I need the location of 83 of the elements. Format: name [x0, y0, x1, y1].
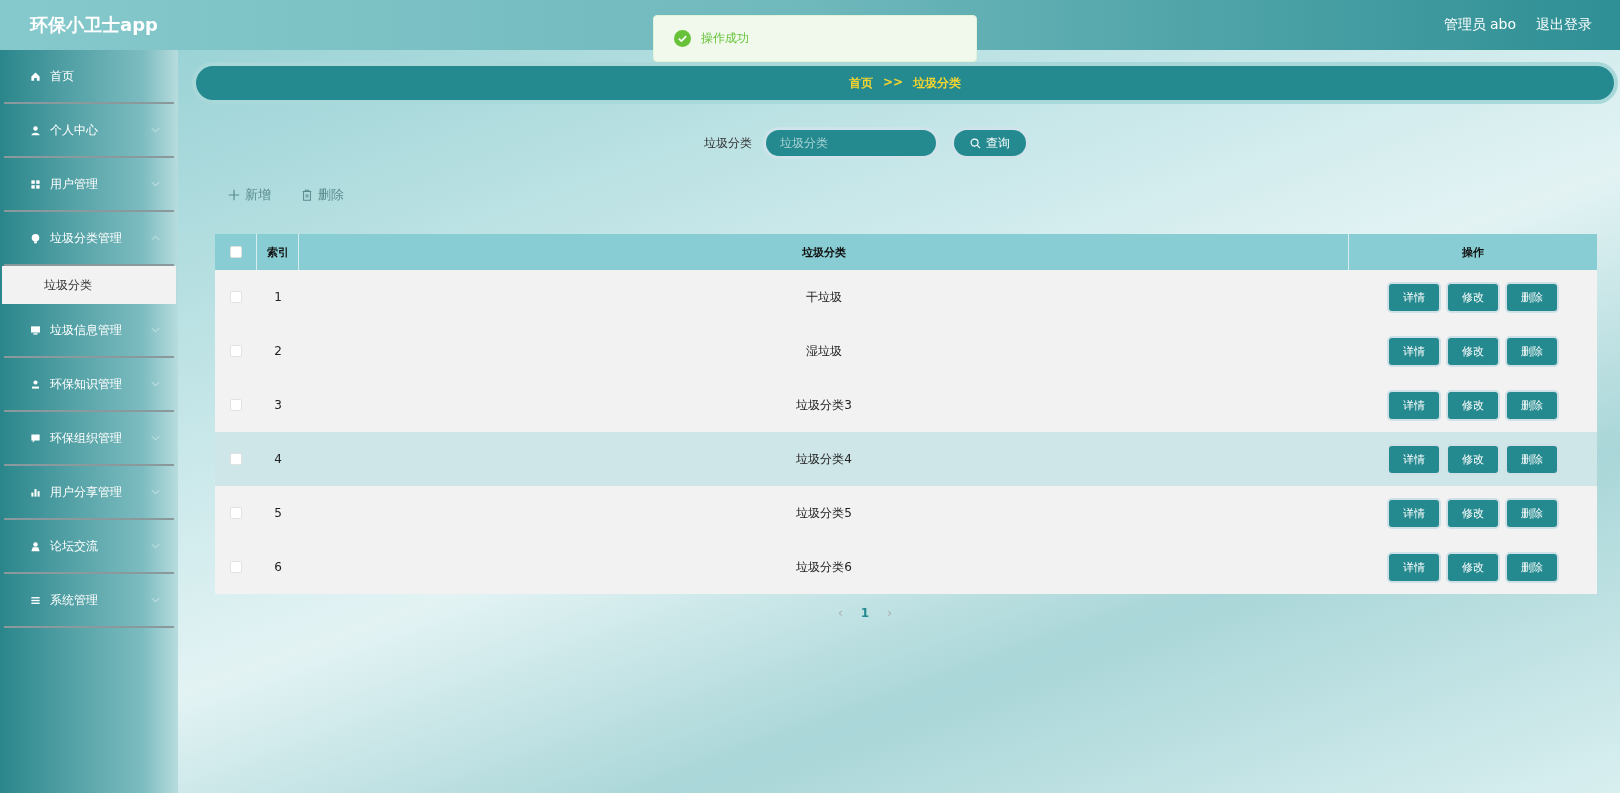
- menu-icon: [30, 432, 41, 444]
- column-header: 索引: [257, 234, 299, 270]
- row-checkbox[interactable]: [230, 291, 242, 303]
- table-row[interactable]: 5 垃圾分类5 详情 修改 删除: [215, 486, 1597, 540]
- check-circle-icon: [674, 30, 691, 47]
- edit-button[interactable]: 修改: [1448, 553, 1498, 581]
- menu-icon: [30, 324, 41, 336]
- menu-icon: [30, 594, 41, 606]
- menu-item[interactable]: 论坛交流: [4, 520, 174, 574]
- edit-button[interactable]: 修改: [1448, 337, 1498, 365]
- delete-button[interactable]: 删除: [1507, 445, 1557, 473]
- menu-item[interactable]: 环保知识管理: [4, 358, 174, 412]
- menu-icon: [30, 124, 41, 136]
- row-checkbox[interactable]: [230, 399, 242, 411]
- menu-item[interactable]: 个人中心: [4, 104, 174, 158]
- delete-button[interactable]: 删除: [1507, 283, 1557, 311]
- page-number[interactable]: 1: [860, 606, 870, 620]
- search-button[interactable]: 查询: [954, 130, 1026, 156]
- logout-link[interactable]: 退出登录: [1536, 16, 1592, 34]
- add-button[interactable]: 新增: [228, 186, 271, 204]
- menu-item[interactable]: 系统管理: [4, 574, 174, 628]
- table-cell: 湿垃圾: [806, 342, 842, 360]
- table-row[interactable]: 6 垃圾分类6 详情 修改 删除: [215, 540, 1597, 594]
- menu-item[interactable]: 垃圾信息管理: [4, 304, 174, 358]
- search-field[interactable]: 垃圾分类: [766, 130, 936, 156]
- edit-button[interactable]: 修改: [1448, 499, 1498, 527]
- menu-icon: [30, 540, 41, 552]
- edit-button[interactable]: 修改: [1448, 283, 1498, 311]
- toast-message: 操作成功: [701, 30, 749, 47]
- table-cell: 垃圾分类3: [796, 396, 852, 414]
- table-cell: 4: [274, 452, 282, 466]
- table-row[interactable]: 3 垃圾分类3 详情 修改 删除: [215, 378, 1597, 432]
- breadcrumb-separator: >>: [882, 74, 904, 91]
- column-header: 操作: [1461, 244, 1485, 261]
- delete-button[interactable]: 删除: [301, 186, 344, 204]
- table-cell: 2: [274, 344, 282, 358]
- details-button[interactable]: 详情: [1389, 445, 1439, 473]
- edit-button[interactable]: 修改: [1448, 445, 1498, 473]
- edit-button[interactable]: 修改: [1448, 391, 1498, 419]
- menu-item[interactable]: 首页: [4, 50, 174, 104]
- table-cell: 干垃圾: [806, 288, 842, 306]
- submenu-item[interactable]: 垃圾分类: [2, 266, 176, 304]
- breadcrumb-link[interactable]: 首页: [848, 74, 873, 92]
- table-row[interactable]: 2 湿垃圾 详情 修改 删除: [215, 324, 1597, 378]
- delete-button[interactable]: 删除: [1507, 499, 1557, 527]
- table-row[interactable]: 1 干垃圾 详情 修改 删除: [215, 270, 1597, 324]
- breadcrumb-link[interactable]: 垃圾分类: [913, 74, 962, 92]
- user-name: 管理员 abo: [1443, 16, 1516, 34]
- delete-button[interactable]: 删除: [1507, 553, 1557, 581]
- search-icon: [970, 137, 981, 149]
- app-title: 环保小卫士app: [30, 13, 158, 37]
- details-button[interactable]: 详情: [1389, 337, 1439, 365]
- trash-icon: [301, 189, 313, 201]
- table-cell: 垃圾分类5: [796, 504, 852, 522]
- menu-icon: [30, 486, 41, 498]
- row-checkbox[interactable]: [230, 507, 242, 519]
- table-cell: 垃圾分类4: [796, 450, 852, 468]
- menu-icon: [30, 232, 41, 244]
- details-button[interactable]: 详情: [1389, 283, 1439, 311]
- plus-icon: [228, 189, 240, 201]
- details-button[interactable]: 详情: [1389, 553, 1439, 581]
- menu-icon: [30, 378, 41, 390]
- details-button[interactable]: 详情: [1389, 499, 1439, 527]
- table-cell: 5: [274, 506, 282, 520]
- delete-button[interactable]: 删除: [1507, 337, 1557, 365]
- menu-icon: [30, 178, 41, 190]
- table-cell: 3: [274, 398, 282, 412]
- column-header: 垃圾分类: [299, 234, 1349, 270]
- table-cell: 垃圾分类6: [796, 558, 852, 576]
- details-button[interactable]: 详情: [1389, 391, 1439, 419]
- row-checkbox[interactable]: [230, 345, 242, 357]
- menu-item[interactable]: 环保组织管理: [4, 412, 174, 466]
- menu-item[interactable]: 用户分享管理: [4, 466, 174, 520]
- row-checkbox[interactable]: [230, 561, 242, 573]
- select-all-checkbox[interactable]: [229, 246, 242, 258]
- table-cell: 1: [274, 290, 282, 304]
- search-label: 垃圾分类: [704, 134, 752, 152]
- row-checkbox[interactable]: [230, 453, 242, 465]
- menu-item[interactable]: 用户管理: [4, 158, 174, 212]
- table-row[interactable]: 4 垃圾分类4 详情 修改 删除: [215, 432, 1597, 486]
- menu-icon: [30, 70, 41, 82]
- delete-button[interactable]: 删除: [1507, 391, 1557, 419]
- table-cell: 6: [274, 560, 282, 574]
